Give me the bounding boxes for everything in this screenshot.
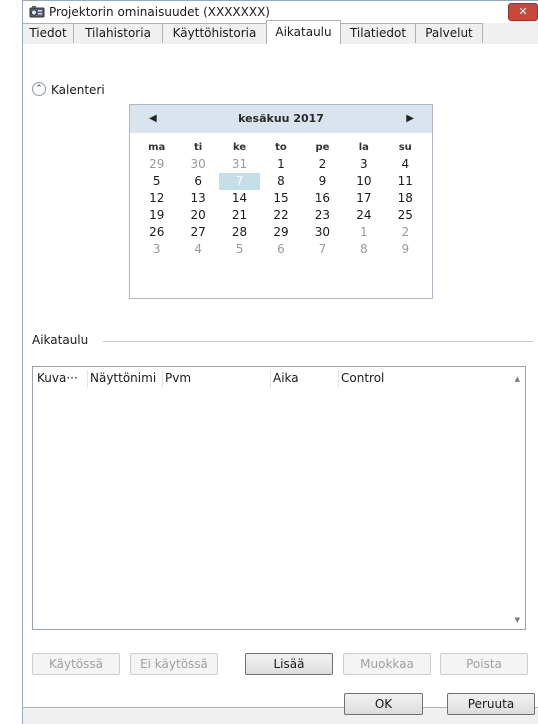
next-month-icon[interactable]: ▶ [406, 113, 414, 124]
calendar-day[interactable]: 31 [219, 156, 260, 173]
calendar-section-label: Kalenteri [51, 83, 105, 97]
weekday-header: ke [232, 142, 247, 153]
calendar-day-selected[interactable]: 7 [218, 173, 261, 190]
calendar-day[interactable]: 20 [177, 207, 218, 224]
tab-kayttohistoria[interactable]: Käyttöhistoria [162, 23, 267, 43]
schedule-divider [103, 341, 533, 342]
calendar-day[interactable]: 5 [136, 173, 177, 190]
calendar-day[interactable]: 10 [343, 173, 384, 190]
calendar-grid: ma ti ke to pe la su 29 30 31 1 2 3 4 5 … [136, 139, 426, 258]
calendar-day[interactable]: 21 [219, 207, 260, 224]
calendar-day[interactable]: 4 [177, 241, 218, 258]
calendar-day[interactable]: 30 [177, 156, 218, 173]
scroll-down-icon[interactable]: ▼ [515, 616, 520, 624]
column-separator [87, 370, 88, 388]
calendar-day[interactable]: 15 [260, 190, 301, 207]
calendar-day[interactable]: 22 [260, 207, 301, 224]
disable-button[interactable]: Ei käytössä [130, 653, 218, 675]
calendar-day[interactable]: 8 [343, 241, 384, 258]
calendar-day[interactable]: 23 [302, 207, 343, 224]
calendar-day[interactable]: 6 [260, 241, 301, 258]
weekday-header: su [398, 142, 412, 153]
calendar-day[interactable]: 12 [136, 190, 177, 207]
calendar-day[interactable]: 14 [219, 190, 260, 207]
tab-tilahistoria[interactable]: Tilahistoria [73, 23, 163, 43]
tab-strip: Tiedot Tilahistoria Käyttöhistoria Aikat… [23, 20, 538, 45]
calendar-day[interactable]: 28 [219, 224, 260, 241]
tab-aikataulu[interactable]: Aikataulu [266, 20, 341, 44]
calendar-day[interactable]: 1 [343, 224, 384, 241]
column-header-nayttonimi[interactable]: Näyttönimi [90, 371, 156, 385]
tab-tiedot[interactable]: Tiedot [23, 23, 74, 43]
calendar-day[interactable]: 27 [177, 224, 218, 241]
scroll-up-icon[interactable]: ▲ [515, 375, 520, 383]
edit-button[interactable]: Muokkaa [343, 653, 431, 675]
projector-icon [29, 5, 45, 19]
tab-palvelut[interactable]: Palvelut [415, 23, 483, 43]
calendar-day[interactable]: 26 [136, 224, 177, 241]
calendar-day[interactable]: 7 [302, 241, 343, 258]
column-header-aika[interactable]: Aika [273, 371, 299, 385]
column-separator [162, 370, 163, 388]
calendar-day[interactable]: 8 [260, 173, 301, 190]
tab-tilatiedot[interactable]: Tilatiedot [340, 23, 416, 43]
column-header-pvm[interactable]: Pvm [165, 371, 191, 385]
delete-button[interactable]: Poista [440, 653, 528, 675]
weekday-header: pe [315, 142, 330, 153]
close-button[interactable]: ✕ [508, 3, 538, 21]
calendar-day[interactable]: 29 [136, 156, 177, 173]
calendar-day[interactable]: 17 [343, 190, 384, 207]
calendar-day[interactable]: 24 [343, 207, 384, 224]
schedule-section-label: Aikataulu [32, 333, 89, 347]
schedule-table[interactable]: Kuva··· Näyttönimi Pvm Aika Control ▲ ▼ [32, 366, 526, 630]
calendar-day[interactable]: 3 [343, 156, 384, 173]
calendar-day[interactable]: 16 [302, 190, 343, 207]
calendar-month-label: kesäkuu 2017 [238, 112, 324, 125]
calendar-day[interactable]: 9 [302, 173, 343, 190]
calendar-day[interactable]: 29 [260, 224, 301, 241]
collapse-chevron-icon[interactable]: ⌃ [32, 82, 46, 96]
weekday-header: to [275, 142, 287, 153]
weekday-header: ti [194, 142, 203, 153]
window-title: Projektorin ominaisuudet (XXXXXXX) [49, 5, 270, 19]
calendar-day[interactable]: 3 [136, 241, 177, 258]
weekday-header: ma [148, 142, 166, 153]
calendar-day[interactable]: 19 [136, 207, 177, 224]
ok-button[interactable]: OK [344, 693, 423, 715]
column-header-control[interactable]: Control [341, 371, 384, 385]
calendar-day[interactable]: 5 [219, 241, 260, 258]
calendar-day[interactable]: 25 [385, 207, 426, 224]
add-button[interactable]: Lisää [245, 653, 333, 675]
calendar-day[interactable]: 2 [302, 156, 343, 173]
column-header-kuva[interactable]: Kuva··· [37, 371, 78, 385]
calendar-day[interactable]: 6 [177, 173, 218, 190]
calendar-day[interactable]: 9 [385, 241, 426, 258]
calendar-day[interactable]: 13 [177, 190, 218, 207]
properties-window: Projektorin ominaisuudet (XXXXXXX) ✕ Tie… [22, 0, 538, 724]
calendar-day[interactable]: 4 [385, 156, 426, 173]
column-separator [338, 370, 339, 388]
weekday-header: la [358, 142, 369, 153]
calendar-header: ◀ kesäkuu 2017 ▶ [130, 105, 432, 133]
tab-page-aikataulu: ⌃ Kalenteri ◀ kesäkuu 2017 ▶ ma ti ke to… [23, 44, 538, 708]
calendar-day[interactable]: 30 [302, 224, 343, 241]
calendar-day[interactable]: 18 [385, 190, 426, 207]
calendar-day[interactable]: 11 [385, 173, 426, 190]
enable-button[interactable]: Käytössä [32, 653, 120, 675]
calendar-day[interactable]: 2 [385, 224, 426, 241]
column-separator [270, 370, 271, 388]
calendar-day[interactable]: 1 [260, 156, 301, 173]
month-calendar: ◀ kesäkuu 2017 ▶ ma ti ke to pe la su 29… [129, 104, 433, 299]
cancel-button[interactable]: Peruuta [447, 693, 535, 715]
